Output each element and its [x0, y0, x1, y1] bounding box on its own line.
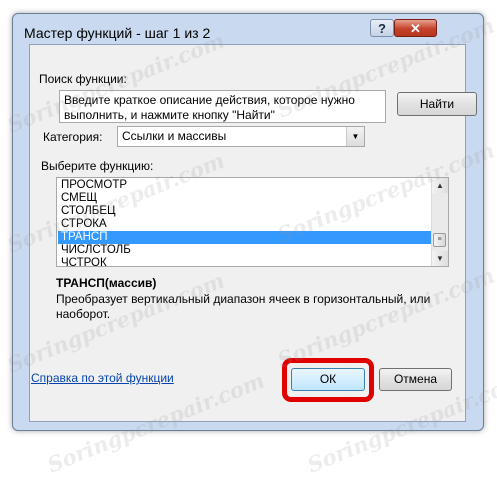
- list-scrollbar[interactable]: ▲ ≡ ▼: [431, 178, 448, 266]
- cancel-button-label: Отмена: [393, 372, 438, 386]
- ok-highlight-ring: [282, 358, 374, 402]
- list-item[interactable]: СТРОКА: [58, 218, 432, 231]
- function-list-label: Выберите функцию:: [41, 159, 154, 173]
- list-item[interactable]: СМЕЩ: [58, 192, 432, 205]
- close-icon: ✕: [410, 21, 421, 36]
- scroll-down-icon[interactable]: ▼: [432, 251, 448, 266]
- search-input[interactable]: Введите краткое описание действия, котор…: [59, 90, 386, 123]
- cancel-button[interactable]: Отмена: [379, 368, 452, 391]
- category-select[interactable]: Ссылки и массивы ▼: [117, 126, 365, 147]
- function-description: Преобразует вертикальный диапазон ячеек …: [56, 292, 431, 321]
- list-item[interactable]: ЧСТРОК: [58, 257, 432, 266]
- dialog-title: Мастер функций - шаг 1 из 2: [24, 25, 211, 41]
- scroll-up-icon[interactable]: ▲: [432, 178, 448, 193]
- find-button-label: Найти: [419, 97, 455, 111]
- chevron-down-icon[interactable]: ▼: [346, 127, 364, 146]
- function-list[interactable]: ПРОСМОТР СМЕЩ СТОЛБЕЦ СТРОКА ТРАНСП ЧИСЛ…: [56, 177, 449, 267]
- close-button[interactable]: ✕: [394, 19, 437, 37]
- function-help-link[interactable]: Справка по этой функции: [31, 371, 174, 385]
- category-value: Ссылки и массивы: [122, 129, 227, 143]
- list-item-selected[interactable]: ТРАНСП: [58, 231, 432, 244]
- find-button[interactable]: Найти: [397, 92, 477, 116]
- category-label: Категория:: [43, 130, 103, 144]
- help-title-button[interactable]: ?: [370, 19, 394, 37]
- function-syntax: ТРАНСП(массив): [56, 276, 157, 290]
- scroll-thumb[interactable]: ≡: [433, 233, 446, 247]
- list-item[interactable]: СТОЛБЕЦ: [58, 205, 432, 218]
- search-label: Поиск функции:: [39, 72, 127, 86]
- list-item[interactable]: ПРОСМОТР: [58, 179, 432, 192]
- list-item[interactable]: ЧИСЛСТОЛБ: [58, 244, 432, 257]
